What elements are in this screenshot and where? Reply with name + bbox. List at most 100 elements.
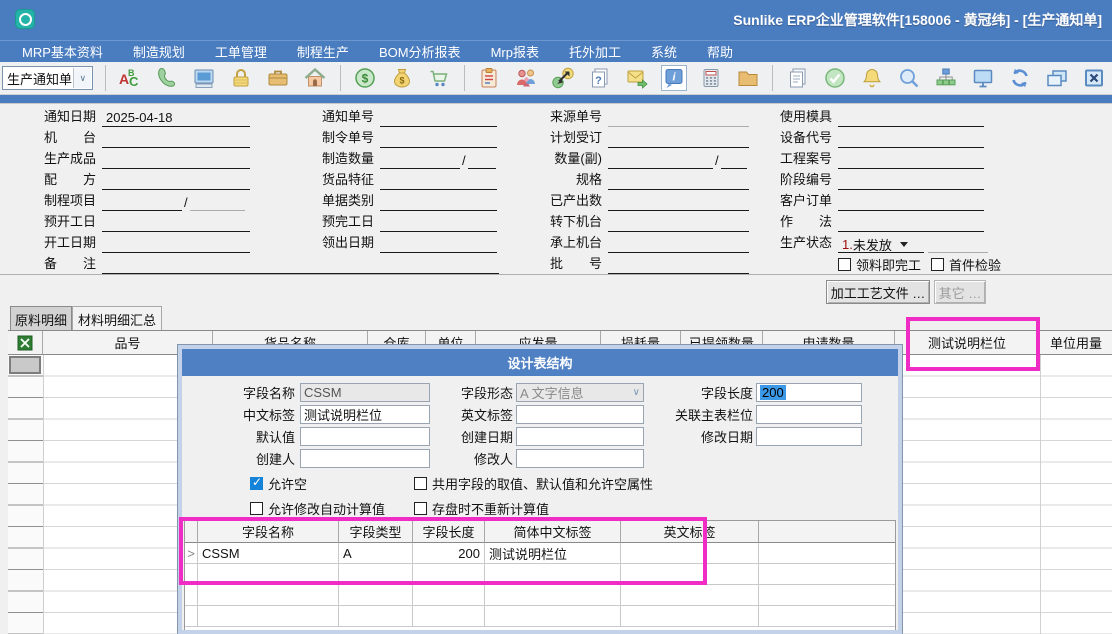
link-arrows-icon[interactable]	[551, 66, 575, 90]
prod-status-dropdown[interactable]: 1. 未发放	[838, 236, 924, 253]
cell-cn-label[interactable]: 测试说明栏位	[485, 543, 621, 564]
phone-icon[interactable]	[155, 66, 179, 90]
tab-raw-material-detail[interactable]: 原料明细	[10, 306, 72, 331]
checkbox-icon[interactable]	[250, 502, 263, 515]
copy-doc-icon[interactable]	[786, 66, 810, 90]
checkbox-no-recalc-on-save[interactable]: 存盘时不重新计算值	[414, 499, 549, 518]
field-process-item-2[interactable]	[190, 194, 245, 211]
field-formula[interactable]	[102, 173, 250, 190]
briefcase-icon[interactable]	[266, 66, 290, 90]
money-bag-icon[interactable]: $	[390, 66, 414, 90]
dialog-default-input[interactable]	[300, 427, 430, 446]
help-doc-icon[interactable]: ?	[588, 66, 612, 90]
menu-item-system[interactable]: 系统	[651, 42, 677, 61]
field-start-date[interactable]	[102, 236, 250, 253]
checkbox-issue-complete[interactable]: 领料即完工	[838, 255, 921, 274]
folder-icon[interactable]	[736, 66, 760, 90]
field-method[interactable]	[838, 215, 984, 232]
field-notify-date[interactable]: 2025-04-18	[102, 110, 250, 127]
clipboard-icon[interactable]	[477, 66, 501, 90]
field-source-no[interactable]	[608, 110, 749, 127]
doc-type-select[interactable]: 生产通知单 ∨	[2, 66, 93, 90]
field-batch-no[interactable]	[608, 257, 749, 274]
dialog-link-col-input[interactable]	[756, 405, 862, 424]
field-status-extra[interactable]	[928, 236, 988, 253]
field-customer-order[interactable]	[838, 194, 984, 211]
users-icon[interactable]	[514, 66, 538, 90]
menu-item-work-order[interactable]: 工单管理	[215, 42, 267, 61]
col-header-cn-label[interactable]: 简体中文标签	[485, 521, 621, 543]
menu-item-mrp-base[interactable]: MRP基本资料	[22, 42, 103, 61]
field-process-item[interactable]	[102, 194, 182, 211]
cascade-windows-icon[interactable]	[1045, 66, 1069, 90]
col-header-unit-usage[interactable]: 单位用量	[1040, 331, 1112, 355]
field-prev-machine[interactable]	[608, 236, 749, 253]
menu-item-mfg-plan[interactable]: 制造规划	[133, 42, 185, 61]
checkbox-allow-modify-calc[interactable]: 允许修改自动计算值	[250, 499, 385, 518]
dialog-title-bar[interactable]: 设计表结构	[182, 349, 898, 376]
dialog-field-length-input[interactable]: 200	[756, 383, 862, 402]
refresh-icon[interactable]	[1008, 66, 1032, 90]
menu-item-bom-report[interactable]: BOM分析报表	[379, 42, 461, 61]
col-header-test-note-field[interactable]: 测试说明栏位	[895, 331, 1040, 355]
dialog-create-date-input[interactable]	[516, 427, 644, 446]
field-product[interactable]	[102, 152, 250, 169]
sitemap-icon[interactable]	[934, 66, 958, 90]
bell-icon[interactable]	[860, 66, 884, 90]
home-icon[interactable]	[303, 66, 327, 90]
field-next-machine[interactable]	[608, 215, 749, 232]
field-mfg-qty-2[interactable]	[468, 152, 496, 169]
checkbox-icon[interactable]	[414, 477, 427, 490]
field-plan-order[interactable]	[608, 131, 749, 148]
col-header-en-label[interactable]: 英文标签	[621, 521, 759, 543]
dialog-cn-label-input[interactable]: 测试说明栏位	[300, 405, 430, 424]
field-doc-class[interactable]	[380, 194, 497, 211]
dialog-en-label-input[interactable]	[516, 405, 644, 424]
field-plan-start[interactable]	[102, 215, 250, 232]
field-order-no[interactable]	[380, 131, 497, 148]
menu-item-process-prod[interactable]: 制程生产	[297, 42, 349, 61]
field-issue-date[interactable]	[380, 236, 497, 253]
field-qty-sub-2[interactable]	[721, 152, 747, 169]
export-excel-button[interactable]	[8, 331, 43, 355]
close-icon[interactable]	[1082, 66, 1106, 90]
field-project-no[interactable]	[838, 152, 984, 169]
field-produced-qty[interactable]	[608, 194, 749, 211]
field-spec[interactable]	[608, 173, 749, 190]
field-remark[interactable]	[102, 257, 499, 274]
field-table-row[interactable]: > CSSM A 200 测试说明栏位	[185, 543, 895, 564]
checkbox-icon[interactable]	[838, 258, 851, 271]
menu-item-help[interactable]: 帮助	[707, 42, 733, 61]
mail-send-icon[interactable]	[625, 66, 649, 90]
col-header-field-length[interactable]: 字段长度	[413, 521, 485, 543]
checkbox-icon[interactable]	[931, 258, 944, 271]
tab-material-summary[interactable]: 材料明细汇总	[72, 306, 162, 331]
cell-field-type[interactable]: A	[339, 543, 413, 564]
selected-row-indicator[interactable]	[9, 356, 41, 374]
dollar-coin-icon[interactable]: $	[353, 66, 377, 90]
dialog-creator-input[interactable]	[300, 449, 430, 468]
checkbox-allow-null[interactable]: 允许空	[250, 474, 307, 493]
field-device-no[interactable]	[838, 131, 984, 148]
menu-item-mrp-report[interactable]: Mrp报表	[491, 42, 539, 61]
craft-file-button[interactable]: 加工工艺文件 …	[826, 280, 930, 304]
field-mold[interactable]	[838, 110, 984, 127]
dialog-modifier-input[interactable]	[516, 449, 644, 468]
checkbox-share-field[interactable]: 共用字段的取值、默认值和允许空属性	[414, 474, 653, 493]
field-notify-no[interactable]	[380, 110, 497, 127]
info-icon[interactable]: i	[662, 66, 686, 90]
computer-icon[interactable]	[192, 66, 216, 90]
col-header-field-name[interactable]: 字段名称	[198, 521, 339, 543]
field-stage-no[interactable]	[838, 173, 984, 190]
calculator-icon[interactable]	[699, 66, 723, 90]
dialog-modify-date-input[interactable]	[756, 427, 862, 446]
field-mfg-qty[interactable]	[380, 152, 460, 169]
field-qty-sub[interactable]	[608, 152, 713, 169]
menu-item-outsourcing[interactable]: 托外加工	[569, 42, 621, 61]
search-icon[interactable]	[897, 66, 921, 90]
checkbox-checked-icon[interactable]	[250, 477, 263, 490]
field-feature[interactable]	[380, 173, 497, 190]
shopping-cart-icon[interactable]	[427, 66, 451, 90]
chevron-down-icon[interactable]: ∨	[73, 68, 91, 88]
cell-field-length[interactable]: 200	[413, 543, 485, 564]
